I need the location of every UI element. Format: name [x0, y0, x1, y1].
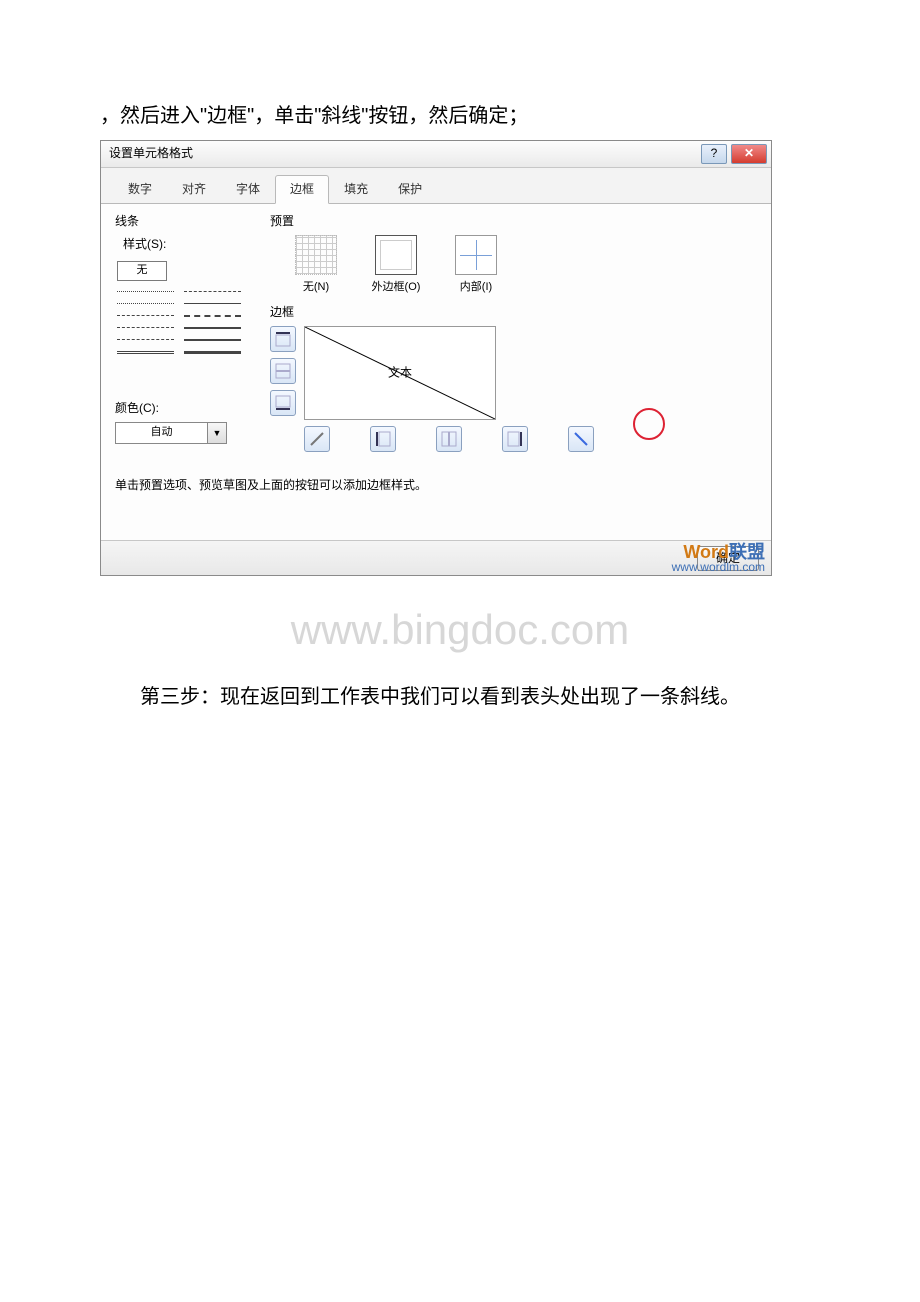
- border-middle-button[interactable]: [270, 358, 296, 384]
- style-none-option[interactable]: 无: [117, 261, 167, 281]
- line-style-option[interactable]: [184, 335, 241, 343]
- tab-align[interactable]: 对齐: [167, 175, 221, 204]
- line-style-option[interactable]: [117, 323, 174, 331]
- color-label: 颜色(C):: [115, 399, 260, 418]
- preset-outline-icon: [375, 235, 417, 275]
- preset-group-label: 预置: [270, 212, 757, 231]
- hint-text: 单击预置选项、预览草图及上面的按钮可以添加边框样式。: [115, 476, 757, 495]
- tab-strip: 数字 对齐 字体 边框 填充 保护: [101, 168, 771, 204]
- border-top-button[interactable]: [270, 326, 296, 352]
- line-style-option[interactable]: [184, 299, 241, 307]
- preset-inside-label: 内部(I): [460, 281, 492, 293]
- dropdown-arrow-icon[interactable]: ▼: [207, 423, 226, 443]
- border-right-button[interactable]: [502, 426, 528, 452]
- color-select[interactable]: 自动 ▼: [115, 422, 227, 444]
- border-bottom-button[interactable]: [270, 390, 296, 416]
- ok-button[interactable]: 确定: [697, 546, 759, 571]
- preset-inside[interactable]: 内部(I): [450, 235, 502, 297]
- preview-text: 文本: [388, 364, 412, 383]
- tab-border[interactable]: 边框: [275, 175, 329, 204]
- close-button[interactable]: ✕: [731, 144, 767, 164]
- line-style-option[interactable]: [117, 347, 174, 355]
- titlebar: 设置单元格格式 ? ✕: [101, 141, 771, 168]
- tab-font[interactable]: 字体: [221, 175, 275, 204]
- dialog-body: 线条 样式(S): 无: [101, 204, 771, 540]
- style-label: 样式(S):: [123, 235, 260, 254]
- format-cells-dialog: 设置单元格格式 ? ✕ 数字 对齐 字体 边框 填充 保护 线条 样式(S): …: [100, 140, 772, 576]
- tab-number[interactable]: 数字: [113, 175, 167, 204]
- line-style-list[interactable]: 无: [115, 259, 243, 393]
- line-style-option[interactable]: [184, 347, 241, 355]
- border-diag-up-button[interactable]: [304, 426, 330, 452]
- border-vmiddle-button[interactable]: [436, 426, 462, 452]
- preset-none-icon: [295, 235, 337, 275]
- dialog-title: 设置单元格格式: [109, 144, 193, 163]
- intro-text: ，然后进入"边框"，单击"斜线"按钮，然后确定；: [100, 100, 820, 132]
- line-style-option[interactable]: [184, 287, 241, 295]
- line-style-option[interactable]: [184, 311, 241, 319]
- line-group-label: 线条: [115, 212, 260, 231]
- preset-none-label: 无(N): [303, 281, 329, 293]
- border-left-button[interactable]: [370, 426, 396, 452]
- preset-outline[interactable]: 外边框(O): [370, 235, 422, 297]
- tab-protect[interactable]: 保护: [383, 175, 437, 204]
- line-style-option[interactable]: [117, 299, 174, 307]
- line-style-option[interactable]: [117, 335, 174, 343]
- border-group-label: 边框: [270, 303, 757, 322]
- tab-fill[interactable]: 填充: [329, 175, 383, 204]
- line-style-option[interactable]: [184, 323, 241, 331]
- preset-outline-label: 外边框(O): [372, 281, 421, 293]
- page-watermark: www.bingdoc.com: [100, 596, 820, 663]
- help-button[interactable]: ?: [701, 144, 727, 164]
- dialog-footer: 确定 Word联盟 www.wordlm.com: [101, 540, 771, 575]
- border-diag-down-button[interactable]: [568, 426, 594, 452]
- preset-none[interactable]: 无(N): [290, 235, 342, 297]
- preset-inside-icon: [455, 235, 497, 275]
- color-value: 自动: [116, 424, 207, 442]
- line-style-option[interactable]: [117, 311, 174, 319]
- line-style-option[interactable]: [117, 287, 174, 295]
- border-preview[interactable]: 文本: [304, 326, 496, 420]
- step3-text: 第三步：现在返回到工作表中我们可以看到表头处出现了一条斜线。: [100, 681, 820, 713]
